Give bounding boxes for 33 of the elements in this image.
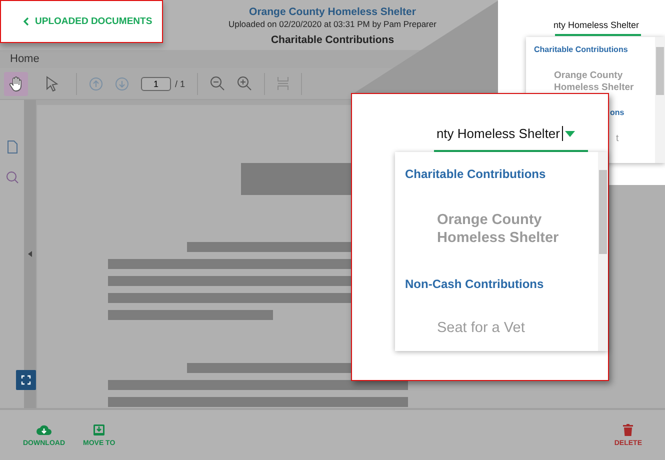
hand-icon (9, 76, 23, 92)
group-heading[interactable]: Charitable Contributions (526, 37, 655, 54)
search-icon[interactable] (6, 171, 18, 184)
page-count: / 1 (175, 78, 186, 88)
zoom-in-icon[interactable] (237, 76, 252, 91)
fullscreen-icon (21, 375, 31, 385)
page-number-field[interactable]: 1 (141, 76, 171, 90)
scrollbar[interactable] (655, 37, 665, 163)
document-category: Charitable Contributions (270, 33, 394, 47)
fullscreen-button[interactable] (16, 370, 36, 390)
document-title: Orange County Homeless Shelter (249, 6, 416, 19)
zoom-out-icon[interactable] (210, 76, 226, 91)
page-up-icon[interactable] (89, 76, 103, 90)
group-heading[interactable]: Charitable Contributions (395, 152, 598, 181)
move-to-icon (93, 424, 106, 436)
chevron-icon (23, 17, 29, 26)
dropdown-option[interactable]: Seat for a Vet (395, 291, 587, 337)
collapse-icon[interactable] (28, 251, 32, 257)
page-down-icon[interactable] (115, 76, 129, 90)
hand-tool[interactable] (4, 72, 28, 96)
upload-info: Uploaded on 02/20/2020 at 03:31 PM by Pam Preparer (228, 19, 436, 30)
dropdown-option[interactable]: t (616, 133, 619, 145)
scrollbar[interactable] (598, 152, 608, 351)
pages-icon[interactable] (6, 140, 18, 154)
fit-page-icon[interactable] (277, 76, 290, 91)
dropdown-option[interactable]: Orange County Homeless Shelter (395, 181, 587, 247)
trash-icon (623, 424, 634, 436)
pointer-icon (45, 76, 59, 92)
cloud-download-icon (36, 424, 52, 436)
group-heading[interactable]: Non-Cash Contributions (395, 247, 598, 291)
dropdown-option[interactable]: Orange County Homeless Shelter (526, 54, 654, 94)
group-heading[interactable]: ons (610, 108, 624, 117)
dropdown-arrow-icon (565, 130, 575, 136)
